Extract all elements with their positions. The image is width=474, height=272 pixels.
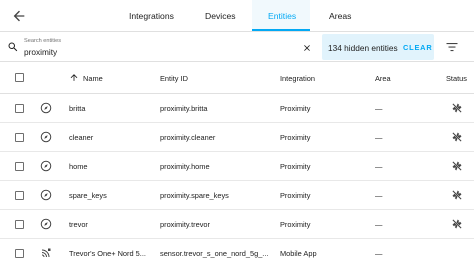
row-entity-id: proximity.cleaner [160, 133, 216, 142]
row-area: — [375, 162, 383, 171]
tab-areas[interactable]: Areas [329, 10, 351, 22]
column-header-entity-id[interactable]: Entity ID [160, 74, 188, 83]
row-area: — [375, 220, 383, 229]
unavailable-status-icon [452, 132, 462, 142]
compass-icon [40, 160, 52, 172]
row-integration: Proximity [280, 133, 311, 142]
unavailable-status-icon [452, 190, 462, 200]
row-entity-id: proximity.trevor [160, 220, 210, 229]
unavailable-status-icon [452, 103, 462, 113]
row-name: britta [69, 104, 86, 113]
row-checkbox[interactable] [15, 104, 24, 113]
row-area: — [375, 104, 383, 113]
row-entity-id: sensor.trevor_s_one_nord_5g_... [160, 249, 269, 258]
table-row[interactable]: cleaner proximity.cleaner Proximity — [0, 123, 474, 152]
row-name: cleaner [69, 133, 94, 142]
row-area: — [375, 249, 383, 258]
tab-integrations[interactable]: Integrations [129, 10, 174, 22]
row-integration: Proximity [280, 162, 311, 171]
clear-filter-button[interactable]: CLEAR [403, 43, 432, 52]
table-header: Name Entity ID Integration Area Status [0, 62, 474, 94]
row-checkbox[interactable] [15, 133, 24, 142]
row-checkbox[interactable] [15, 220, 24, 229]
row-integration: Proximity [280, 104, 311, 113]
unavailable-status-icon [452, 219, 462, 229]
search-icon [8, 42, 18, 52]
select-all-checkbox[interactable] [15, 73, 24, 82]
signal-icon [41, 248, 51, 258]
row-name: home [69, 162, 88, 171]
sort-ascending-icon[interactable] [69, 72, 79, 83]
compass-icon [40, 102, 52, 114]
search-label: Search entities [24, 38, 62, 44]
tab-bar: Integrations Devices Entities Areas [0, 0, 474, 32]
back-arrow-icon[interactable] [11, 8, 27, 24]
clear-search-icon[interactable] [302, 43, 312, 53]
row-name: trevor [69, 220, 88, 229]
column-header-name[interactable]: Name [83, 74, 103, 83]
compass-icon [40, 131, 52, 143]
column-header-integration[interactable]: Integration [280, 74, 315, 83]
table-row[interactable]: Trevor's One+ Nord 5... sensor.trevor_s_… [0, 239, 474, 268]
row-name: Trevor's One+ Nord 5... [69, 249, 146, 258]
row-entity-id: proximity.britta [160, 104, 208, 113]
table-row[interactable]: spare_keys proximity.spare_keys Proximit… [0, 181, 474, 210]
unavailable-status-icon [452, 161, 462, 171]
row-area: — [375, 191, 383, 200]
row-checkbox[interactable] [15, 191, 24, 200]
row-integration: Proximity [280, 220, 311, 229]
row-integration: Mobile App [280, 249, 317, 258]
row-area: — [375, 133, 383, 142]
column-header-status[interactable]: Status [446, 74, 467, 83]
compass-icon [40, 218, 52, 230]
compass-icon [40, 189, 52, 201]
row-checkbox[interactable] [15, 162, 24, 171]
search-input[interactable]: proximity [24, 47, 57, 57]
table-row[interactable]: home proximity.home Proximity — [0, 152, 474, 181]
row-entity-id: proximity.home [160, 162, 210, 171]
tab-active-indicator [252, 29, 310, 31]
row-name: spare_keys [69, 191, 107, 200]
column-header-area[interactable]: Area [375, 74, 391, 83]
filter-icon[interactable] [446, 42, 458, 52]
hidden-entities-count: 134 hidden entities [328, 43, 398, 53]
row-integration: Proximity [280, 191, 311, 200]
row-entity-id: proximity.spare_keys [160, 191, 229, 200]
tab-devices[interactable]: Devices [205, 10, 236, 22]
table-row[interactable]: britta proximity.britta Proximity — [0, 94, 474, 123]
row-checkbox[interactable] [15, 249, 24, 258]
table-row[interactable]: trevor proximity.trevor Proximity — [0, 210, 474, 239]
tab-entities[interactable]: Entities [268, 10, 296, 22]
